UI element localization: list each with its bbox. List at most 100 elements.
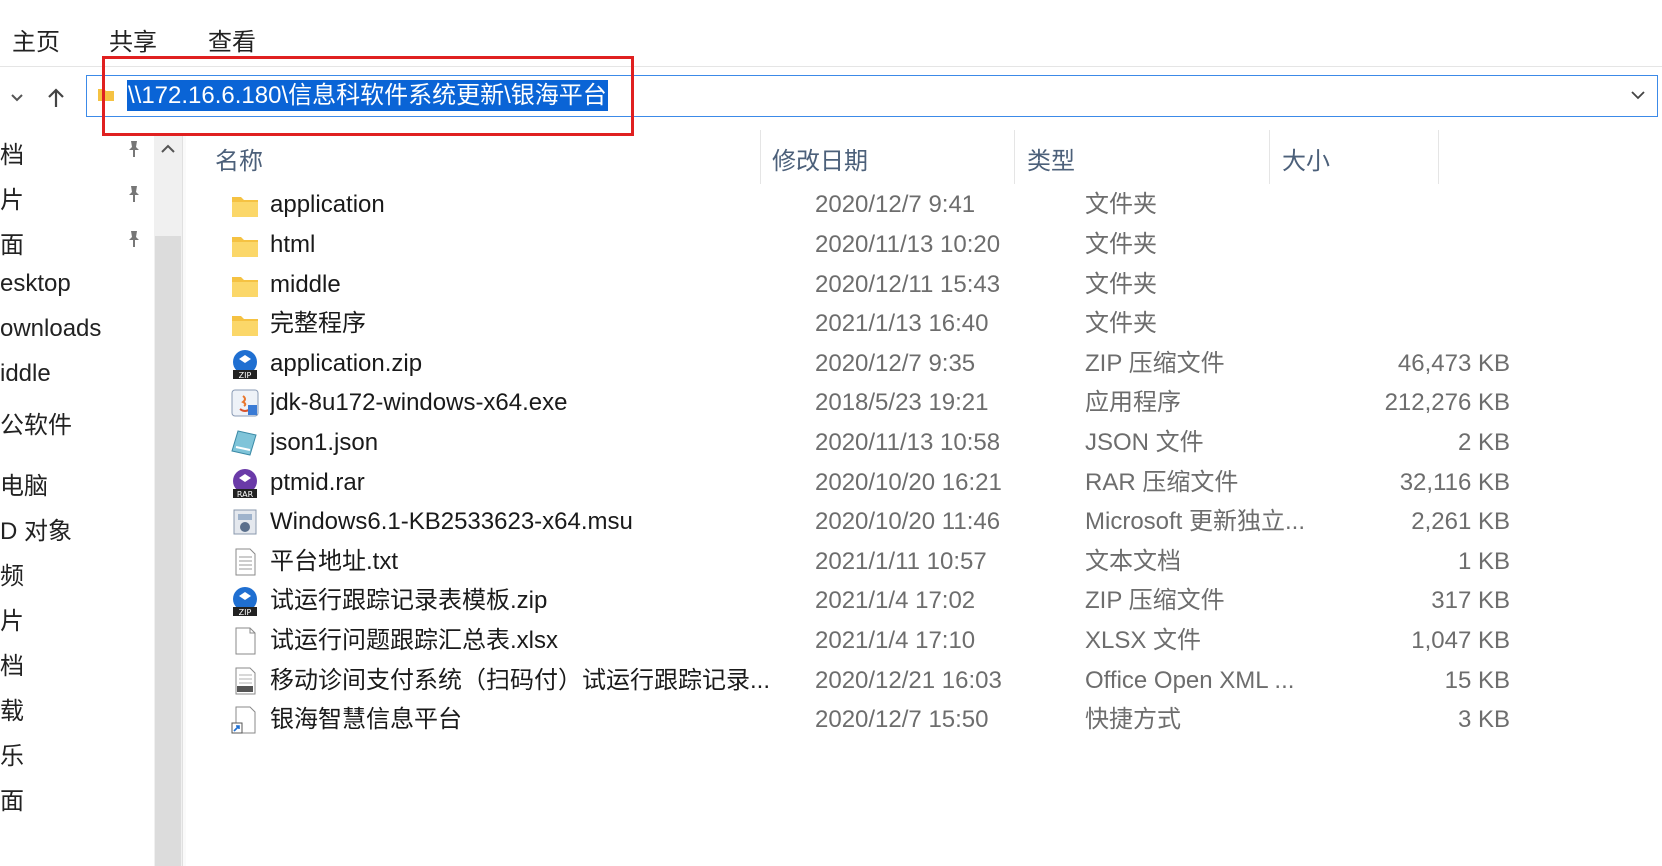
file-name: application.zip — [270, 350, 423, 377]
nav-item[interactable]: esktop — [0, 270, 71, 298]
file-row[interactable]: RAR ptmid.rar 2020/10/20 16:21 RAR 压缩文件 … — [220, 462, 1520, 504]
file-name: application — [270, 191, 385, 218]
column-header-type[interactable]: 类型 — [1027, 140, 1075, 184]
file-row[interactable]: jdk-8u172-windows-x64.exe 2018/5/23 19:2… — [220, 382, 1520, 424]
file-name: 试运行问题跟踪汇总表.xlsx — [270, 627, 558, 654]
nav-item[interactable]: 载 — [0, 691, 24, 726]
file-type: Office Open XML ... — [1085, 667, 1295, 694]
file-date: 2020/10/20 11:46 — [815, 508, 1001, 535]
nav-item[interactable]: 片 — [0, 180, 24, 215]
tab-share[interactable]: 共享 — [109, 22, 157, 57]
file-date: 2021/1/4 17:10 — [815, 627, 976, 654]
pin-icon[interactable] — [126, 185, 142, 203]
file-row[interactable]: application 2020/12/7 9:41 文件夹 — [220, 184, 1520, 226]
tab-home[interactable]: 主页 — [12, 22, 60, 57]
json-file-icon — [231, 430, 257, 456]
file-size: 317 KB — [1431, 587, 1510, 614]
text-file-icon — [235, 548, 256, 576]
nav-item[interactable]: D 对象 — [0, 511, 72, 546]
file-name: middle — [270, 271, 341, 298]
nav-item[interactable]: 公软件 — [0, 405, 72, 440]
nav-item[interactable]: 电脑 — [0, 466, 48, 501]
nav-item[interactable]: 档 — [0, 646, 24, 681]
file-type: 文件夹 — [1085, 191, 1157, 218]
zip-icon: ZIP — [233, 350, 257, 380]
nav-item[interactable]: 面 — [0, 781, 24, 816]
file-row[interactable]: 移动诊间支付系统（扫码付）试运行跟踪记录... 2020/12/21 16:03… — [220, 660, 1520, 702]
nav-item[interactable]: 面 — [0, 225, 24, 260]
docx-icon — [235, 667, 256, 695]
file-type: XLSX 文件 — [1085, 627, 1202, 654]
file-name: 银海智慧信息平台 — [270, 706, 462, 733]
file-row[interactable]: 平台地址.txt 2021/1/11 10:57 文本文档 1 KB — [220, 541, 1520, 583]
column-header-date[interactable]: 修改日期 — [772, 140, 868, 184]
file-row[interactable]: 完整程序 2021/1/13 16:40 文件夹 — [220, 303, 1520, 345]
column-divider[interactable] — [1269, 130, 1270, 184]
nav-item[interactable]: iddle — [0, 360, 51, 388]
zip-icon: ZIP — [233, 587, 257, 617]
file-name: json1.json — [270, 429, 379, 456]
tab-view[interactable]: 查看 — [208, 22, 256, 57]
file-date: 2020/12/7 9:41 — [815, 191, 976, 218]
shortcut-icon — [231, 706, 256, 734]
file-row[interactable]: json1.json 2020/11/13 10:58 JSON 文件 2 KB — [220, 422, 1520, 464]
file-size — [1350, 264, 1510, 306]
scroll-up-icon[interactable] — [159, 142, 177, 156]
file-size: 212,276 KB — [1384, 389, 1510, 416]
file-row[interactable]: ZIP 试运行跟踪记录表模板.zip 2021/1/4 17:02 ZIP 压缩… — [220, 580, 1520, 622]
scrollbar-thumb[interactable] — [155, 236, 181, 866]
pin-icon[interactable] — [126, 140, 142, 158]
file-size: 32,116 KB — [1399, 469, 1510, 496]
pin-icon[interactable] — [126, 230, 142, 248]
file-name: Windows6.1-KB2533623-x64.msu — [270, 508, 633, 535]
nav-item[interactable]: 乐 — [0, 736, 24, 771]
file-type: 文件夹 — [1085, 310, 1157, 337]
file-date: 2020/11/13 10:58 — [815, 429, 1001, 456]
file-name: ptmid.rar — [270, 469, 365, 496]
file-row[interactable]: ZIP application.zip 2020/12/7 9:35 ZIP 压… — [220, 343, 1520, 385]
file-size: 3 KB — [1457, 706, 1510, 733]
column-divider[interactable] — [1014, 130, 1015, 184]
file-row[interactable]: html 2020/11/13 10:20 文件夹 — [220, 224, 1520, 266]
column-header-size[interactable]: 大小 — [1282, 140, 1330, 184]
column-divider[interactable] — [760, 130, 761, 184]
file-type: Microsoft 更新独立... — [1085, 508, 1306, 535]
file-type: 文件夹 — [1085, 271, 1157, 298]
svg-text:ZIP: ZIP — [239, 371, 252, 380]
file-name: 完整程序 — [270, 310, 366, 337]
folder-icon — [232, 277, 258, 297]
file-date: 2020/12/11 15:43 — [815, 271, 1001, 298]
nav-item[interactable]: 片 — [0, 601, 24, 636]
file-type: ZIP 压缩文件 — [1085, 587, 1225, 614]
file-name: html — [270, 231, 316, 258]
nav-item[interactable]: 频 — [0, 556, 24, 591]
file-row[interactable]: Windows6.1-KB2533623-x64.msu 2020/10/20 … — [220, 501, 1520, 543]
file-date: 2020/12/7 9:35 — [815, 350, 976, 377]
rar-icon: RAR — [233, 469, 257, 499]
file-size: 2 KB — [1457, 429, 1510, 456]
file-row[interactable]: middle 2020/12/11 15:43 文件夹 — [220, 264, 1520, 306]
file-name: 移动诊间支付系统（扫码付）试运行跟踪记录... — [270, 667, 770, 694]
file-size — [1350, 303, 1510, 345]
column-header-name[interactable]: 名称 — [215, 140, 263, 184]
chevron-down-icon[interactable] — [1627, 84, 1649, 106]
file-type: 文本文档 — [1085, 548, 1181, 575]
arrow-up-icon[interactable] — [43, 85, 69, 111]
nav-item[interactable]: ownloads — [0, 315, 101, 343]
file-row[interactable]: 银海智慧信息平台 2020/12/7 15:50 快捷方式 3 KB — [220, 699, 1520, 741]
file-date: 2021/1/13 16:40 — [815, 310, 989, 337]
file-name: jdk-8u172-windows-x64.exe — [270, 389, 568, 416]
file-date: 2018/5/23 19:21 — [815, 389, 989, 416]
nav-scrollbar[interactable] — [154, 136, 182, 866]
file-type: 文件夹 — [1085, 231, 1157, 258]
svg-text:ZIP: ZIP — [239, 608, 252, 617]
file-row[interactable]: 试运行问题跟踪汇总表.xlsx 2021/1/4 17:10 XLSX 文件 1… — [220, 620, 1520, 662]
file-size — [1350, 184, 1510, 226]
folder-icon — [232, 237, 258, 257]
file-date: 2020/11/13 10:20 — [815, 231, 1001, 258]
column-divider[interactable] — [1438, 130, 1439, 184]
file-size: 46,473 KB — [1397, 350, 1510, 377]
nav-item[interactable]: 档 — [0, 136, 24, 170]
file-type: JSON 文件 — [1085, 429, 1204, 456]
chevron-down-icon[interactable] — [4, 85, 30, 111]
